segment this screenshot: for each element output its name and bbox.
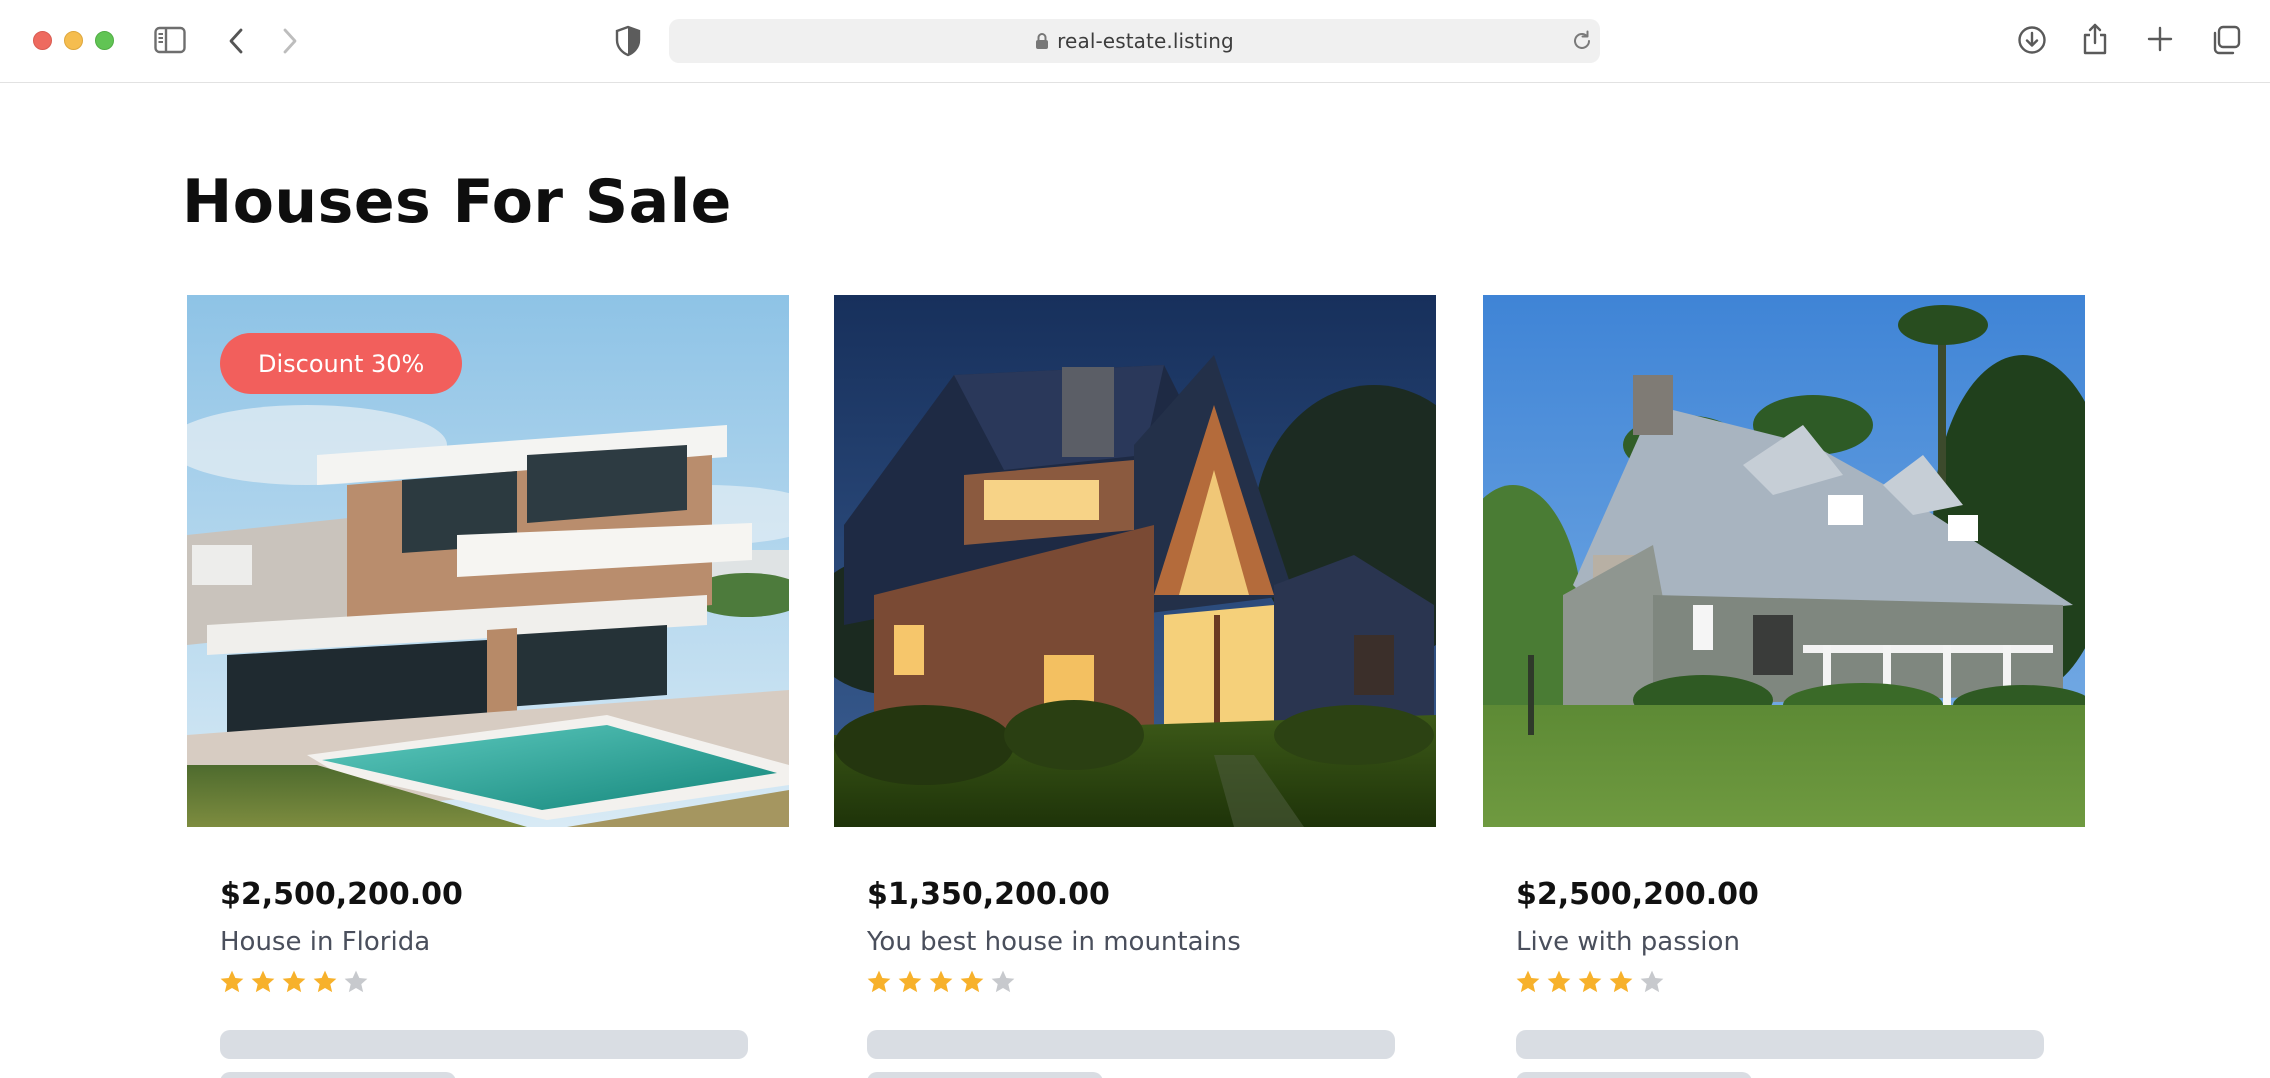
star-filled-icon <box>929 970 953 993</box>
star-filled-icon <box>867 970 891 993</box>
star-filled-icon <box>220 970 244 993</box>
tabs-overview-icon[interactable] <box>2211 25 2241 55</box>
star-filled-icon <box>251 970 275 993</box>
url-text: real-estate.listing <box>1057 29 1234 53</box>
star-filled-icon <box>1547 970 1571 993</box>
listing-card[interactable]: $2,500,200.00 Live with passion <box>1483 295 2085 1078</box>
address-bar[interactable]: real-estate.listing <box>669 19 1600 63</box>
listing-title[interactable]: You best house in mountains <box>867 927 1241 957</box>
listing-card[interactable]: Discount 30% $2,500,200.00 House in Flor… <box>187 295 789 1078</box>
rating-stars <box>866 969 1016 995</box>
discount-badge: Discount 30% <box>220 333 463 394</box>
reload-icon[interactable] <box>1571 30 1593 52</box>
forward-icon[interactable] <box>278 26 300 56</box>
description-placeholder-line <box>1516 1072 1752 1078</box>
listing-photo[interactable] <box>834 295 1436 827</box>
star-empty-icon <box>991 970 1015 993</box>
star-filled-icon <box>313 970 337 993</box>
description-placeholder-line <box>867 1072 1103 1078</box>
star-filled-icon <box>282 970 306 993</box>
star-filled-icon <box>898 970 922 993</box>
page-title: Houses For Sale <box>182 167 732 237</box>
description-placeholder-line <box>1516 1030 2044 1059</box>
close-window-button[interactable] <box>33 31 52 50</box>
listing-photo[interactable]: Discount 30% <box>187 295 789 827</box>
browser-toolbar: real-estate.listing <box>0 0 2270 83</box>
star-filled-icon <box>1609 970 1633 993</box>
share-icon[interactable] <box>2081 22 2109 56</box>
listing-title[interactable]: Live with passion <box>1516 927 1740 957</box>
lock-icon <box>1035 32 1049 50</box>
listing-price: $2,500,200.00 <box>220 877 463 912</box>
listing-title[interactable]: House in Florida <box>220 927 430 957</box>
rating-stars <box>1515 969 1665 995</box>
download-icon[interactable] <box>2017 25 2047 55</box>
listing-photo[interactable] <box>1483 295 2085 827</box>
new-tab-icon[interactable] <box>2147 26 2173 52</box>
listing-card[interactable]: $1,350,200.00 You best house in mountain… <box>834 295 1436 1078</box>
star-filled-icon <box>1578 970 1602 993</box>
star-empty-icon <box>1640 970 1664 993</box>
star-filled-icon <box>1516 970 1540 993</box>
zoom-window-button[interactable] <box>95 31 114 50</box>
listing-price: $1,350,200.00 <box>867 877 1110 912</box>
description-placeholder-line <box>220 1030 748 1059</box>
minimize-window-button[interactable] <box>64 31 83 50</box>
shield-icon[interactable] <box>614 25 642 57</box>
star-filled-icon <box>960 970 984 993</box>
description-placeholder-line <box>867 1030 1395 1059</box>
description-placeholder-line <box>220 1072 456 1078</box>
sidebar-icon[interactable] <box>154 26 186 54</box>
star-empty-icon <box>344 970 368 993</box>
back-icon[interactable] <box>226 26 248 56</box>
listing-price: $2,500,200.00 <box>1516 877 1759 912</box>
rating-stars <box>219 969 369 995</box>
